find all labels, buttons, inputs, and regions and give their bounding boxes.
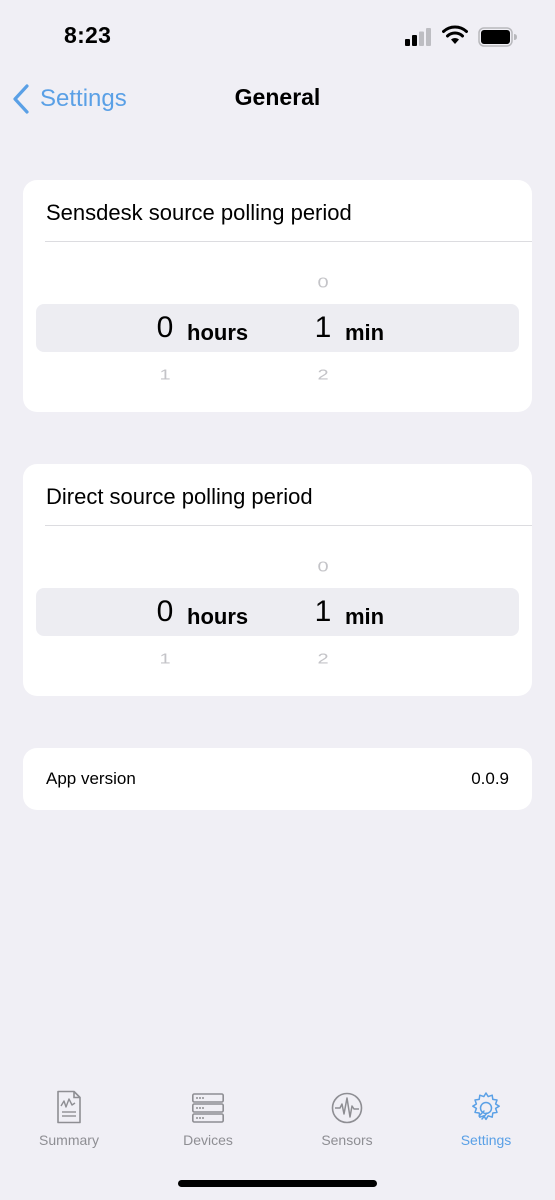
sensdesk-polling-title: Sensdesk source polling period: [46, 200, 352, 225]
hours-below-value: 1: [159, 651, 171, 668]
navigation-bar: Settings General: [0, 76, 555, 122]
tab-settings[interactable]: Settings: [426, 1088, 546, 1158]
page-title: General: [234, 84, 321, 110]
settings-gear-wrench-icon: [472, 1092, 500, 1121]
summary-document-icon: [57, 1090, 81, 1124]
minutes-above-value: 0: [317, 275, 329, 292]
app-version-value: 0.0.9: [471, 769, 509, 788]
minutes-selected-value: 1: [314, 311, 332, 344]
hours-unit-label: hours: [187, 320, 249, 345]
app-version-label: App version: [46, 769, 136, 788]
sensdesk-duration-picker[interactable]: 0 1 hours 0 1 2 min: [36, 258, 519, 398]
minutes-below-value: 2: [317, 367, 329, 384]
home-indicator: [178, 1180, 377, 1187]
minutes-wheel[interactable]: 0 1 2 min: [303, 258, 443, 398]
tab-settings-label: Settings: [460, 1132, 512, 1148]
minutes-wheel[interactable]: 0 1 2 min: [303, 542, 443, 682]
app-version-card: App version 0.0.9: [23, 748, 532, 810]
tab-summary-label: Summary: [39, 1132, 99, 1148]
direct-polling-card: Direct source polling period 0 1 hours 0…: [23, 464, 532, 696]
tab-summary[interactable]: Summary: [9, 1088, 129, 1158]
minutes-below-value: 2: [317, 651, 329, 668]
hours-selected-value: 0: [156, 595, 174, 628]
minutes-selected-value: 1: [314, 595, 332, 628]
minutes-unit-label: min: [345, 604, 385, 629]
minutes-unit-label: min: [345, 320, 385, 345]
hours-wheel[interactable]: 0 1 hours: [145, 258, 305, 398]
hours-below-value: 1: [159, 367, 171, 384]
sensors-waveform-icon: [331, 1092, 363, 1124]
direct-duration-picker[interactable]: 0 1 hours 0 1 2 min: [36, 542, 519, 682]
devices-server-icon: [192, 1093, 224, 1123]
wifi-icon: [442, 25, 468, 44]
status-time: 8:23: [64, 22, 112, 48]
minutes-above-value: 0: [317, 559, 329, 576]
hours-wheel[interactable]: 0 1 hours: [145, 542, 305, 682]
tab-sensors[interactable]: Sensors: [287, 1088, 407, 1158]
divider: [45, 525, 532, 526]
tab-devices[interactable]: Devices: [148, 1088, 268, 1158]
tab-devices-label: Devices: [183, 1132, 233, 1148]
hours-unit-label: hours: [187, 604, 249, 629]
divider: [45, 241, 532, 242]
tab-sensors-label: Sensors: [321, 1132, 373, 1148]
cellular-signal-icon: [405, 28, 431, 46]
direct-polling-title: Direct source polling period: [46, 484, 313, 509]
status-bar: 8:23: [0, 0, 555, 70]
battery-icon: [478, 27, 517, 47]
sensdesk-polling-card: Sensdesk source polling period 0 1 hours…: [23, 180, 532, 412]
hours-selected-value: 0: [156, 311, 174, 344]
